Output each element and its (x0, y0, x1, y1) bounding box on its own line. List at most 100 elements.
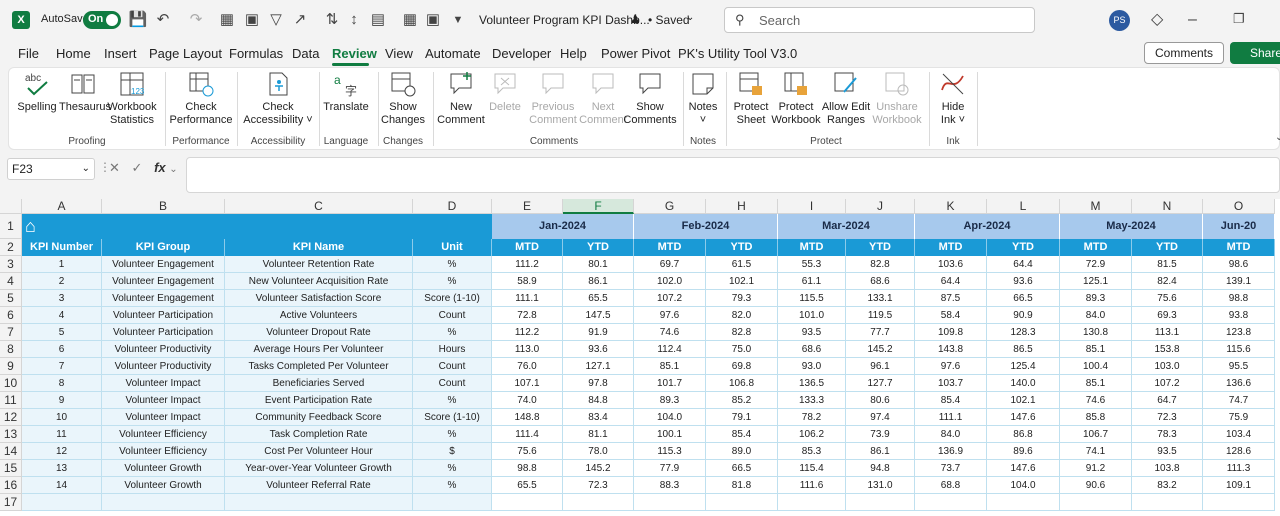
table-cell[interactable]: Volunteer Impact (102, 375, 225, 392)
table-cell[interactable]: 85.1 (634, 358, 706, 375)
sort-icon[interactable]: ↕ (344, 10, 364, 30)
table-cell[interactable]: 4 (22, 307, 102, 324)
empty-cell[interactable] (634, 494, 706, 511)
table-cell[interactable]: 12 (22, 443, 102, 460)
column-header-k[interactable]: K (915, 199, 987, 214)
table-cell[interactable]: Volunteer Engagement (102, 273, 225, 290)
table-cell[interactable]: 100.4 (1060, 358, 1132, 375)
table-cell[interactable]: 89.6 (987, 443, 1060, 460)
empty-cell[interactable] (102, 494, 225, 511)
row-header-7[interactable]: 7 (0, 324, 22, 341)
table-cell[interactable]: 147.6 (987, 409, 1060, 426)
table-cell[interactable]: Active Volunteers (225, 307, 413, 324)
tab-file[interactable]: File (18, 46, 39, 61)
tab-help[interactable]: Help (560, 46, 587, 61)
collab-icon[interactable]: ♟ (630, 12, 641, 26)
tab-power-pivot[interactable]: Power Pivot (601, 46, 670, 61)
row-header-13[interactable]: 13 (0, 426, 22, 443)
table-cell[interactable]: 136.6 (1203, 375, 1275, 392)
share-icon[interactable]: ↗ (290, 10, 310, 30)
table-cell[interactable]: 6 (22, 341, 102, 358)
table-cell[interactable]: Volunteer Efficiency (102, 426, 225, 443)
table-cell[interactable]: 106.8 (706, 375, 778, 392)
table-cell[interactable]: 109.8 (915, 324, 987, 341)
table-cell[interactable]: 87.5 (915, 290, 987, 307)
empty-cell[interactable] (413, 494, 492, 511)
table-cell[interactable]: Count (413, 375, 492, 392)
table-cell[interactable]: 82.0 (706, 307, 778, 324)
hide-ink-button[interactable]: Hide Ink ˅ (933, 70, 973, 127)
table-cell[interactable]: 130.8 (1060, 324, 1132, 341)
translate-button[interactable]: a字 Translate (323, 70, 369, 114)
table-cell[interactable]: 153.8 (1132, 341, 1203, 358)
table-cell[interactable]: 128.3 (987, 324, 1060, 341)
table-cell[interactable]: 65.5 (563, 290, 634, 307)
table-cell[interactable]: Count (413, 358, 492, 375)
table-cell[interactable]: 112.4 (634, 341, 706, 358)
table-cell[interactable]: 61.1 (778, 273, 846, 290)
table-cell[interactable]: Volunteer Dropout Rate (225, 324, 413, 341)
column-header-f[interactable]: F (563, 199, 634, 214)
table-cell[interactable]: 95.5 (1203, 358, 1275, 375)
table-cell[interactable]: 79.1 (706, 409, 778, 426)
table-cell[interactable]: 133.1 (846, 290, 915, 307)
chevron-down-icon[interactable]: ⌄ (686, 12, 694, 23)
table-cell[interactable]: 85.2 (706, 392, 778, 409)
table-cell[interactable]: 64.7 (1132, 392, 1203, 409)
table-cell[interactable]: Volunteer Impact (102, 409, 225, 426)
table-cell[interactable]: 127.1 (563, 358, 634, 375)
tab-review[interactable]: Review (332, 46, 377, 61)
table-cell[interactable]: 79.3 (706, 290, 778, 307)
table-cell[interactable]: 81.1 (563, 426, 634, 443)
table-cell[interactable]: 112.2 (492, 324, 563, 341)
table-cell[interactable]: 102.1 (987, 392, 1060, 409)
worksheet-grid[interactable]: A B C D E F G H I J K L M N O 1 2 3 4 5 6 7 8 9 10 11 12 13 14 15 16 17… (0, 199, 1280, 516)
table-cell[interactable]: Score (1-10) (413, 290, 492, 307)
table-cell[interactable]: 107.2 (634, 290, 706, 307)
table-cell[interactable]: 100.1 (634, 426, 706, 443)
table-cell[interactable]: New Volunteer Acquisition Rate (225, 273, 413, 290)
table-cell[interactable]: Event Participation Rate (225, 392, 413, 409)
table-cell[interactable]: 68.6 (846, 273, 915, 290)
table-cell[interactable]: 103.8 (1132, 460, 1203, 477)
table-cell[interactable]: 74.7 (1203, 392, 1275, 409)
table-cell[interactable]: 98.6 (1203, 256, 1275, 273)
save-icon[interactable]: 💾 (128, 10, 148, 30)
table-cell[interactable]: 113.0 (492, 341, 563, 358)
empty-cell[interactable] (225, 494, 413, 511)
table-cell[interactable]: 85.4 (915, 392, 987, 409)
table-cell[interactable]: Cost Per Volunteer Hour (225, 443, 413, 460)
table-cell[interactable]: 14 (22, 477, 102, 494)
table-cell[interactable]: 75.0 (706, 341, 778, 358)
column-header-n[interactable]: N (1132, 199, 1203, 214)
column-header-c[interactable]: C (225, 199, 413, 214)
table-cell[interactable]: % (413, 426, 492, 443)
empty-cell[interactable] (1060, 494, 1132, 511)
column-header-l[interactable]: L (987, 199, 1060, 214)
table-cell[interactable]: 13 (22, 460, 102, 477)
table-cell[interactable]: $ (413, 443, 492, 460)
tab-home[interactable]: Home (56, 46, 91, 61)
name-box[interactable]: F23 ⌄ (7, 158, 95, 180)
table-cell[interactable]: 119.5 (846, 307, 915, 324)
table-cell[interactable]: 145.2 (563, 460, 634, 477)
avatar[interactable]: PS (1109, 10, 1130, 31)
table-cell[interactable]: 7 (22, 358, 102, 375)
table-cell[interactable]: 73.9 (846, 426, 915, 443)
table-cell[interactable]: 61.5 (706, 256, 778, 273)
table-cell[interactable]: Volunteer Participation (102, 307, 225, 324)
table-cell[interactable]: 104.0 (987, 477, 1060, 494)
restore-icon[interactable]: ❐ (1233, 11, 1245, 27)
column-header-i[interactable]: I (778, 199, 846, 214)
table-cell[interactable]: 86.1 (846, 443, 915, 460)
table-cell[interactable]: 103.0 (1132, 358, 1203, 375)
table-cell[interactable]: 89.3 (1060, 290, 1132, 307)
table-cell[interactable]: 10 (22, 409, 102, 426)
table-cell[interactable]: 104.0 (634, 409, 706, 426)
thesaurus-button[interactable]: Thesaurus (59, 70, 111, 114)
table-cell[interactable]: 94.8 (846, 460, 915, 477)
table-cell[interactable]: 115.5 (778, 290, 846, 307)
table-cell[interactable]: 72.3 (1132, 409, 1203, 426)
table-cell[interactable]: 136.9 (915, 443, 987, 460)
tab-view[interactable]: View (385, 46, 413, 61)
